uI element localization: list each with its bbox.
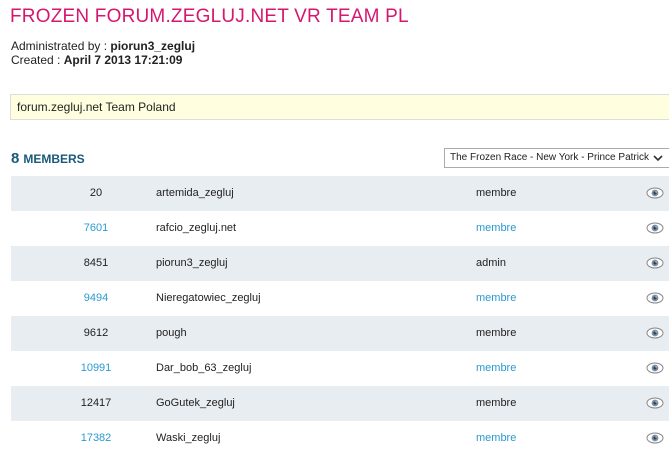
eye-icon[interactable] (646, 186, 664, 200)
member-role: membre (476, 222, 517, 234)
eye-icon[interactable] (646, 396, 664, 410)
table-row: 17382 Waski_zegluj membre (11, 421, 669, 456)
team-description: forum.zegluj.net Team Poland (17, 100, 176, 114)
eye-icon[interactable] (646, 221, 664, 235)
race-select[interactable]: The Frozen Race - New York - Prince Patr… (444, 148, 669, 168)
created-label: Created : (11, 53, 64, 67)
member-name: pough (156, 327, 187, 339)
table-row: 12417 GoGutek_zegluj membre (11, 386, 669, 421)
member-role: membre (476, 362, 517, 374)
member-name: Waski_zegluj (156, 432, 221, 444)
member-name: artemida_zegluj (156, 187, 234, 199)
table-row: 9612 pough membre (11, 316, 669, 351)
created-value: April 7 2013 17:21:09 (63, 53, 183, 67)
table-row: 7601 rafcio_zegluj.net membre (11, 211, 669, 246)
eye-icon[interactable] (646, 326, 664, 340)
table-row: 8451 piorun3_zegluj admin (11, 246, 669, 281)
members-label: MEMBERS (23, 152, 85, 166)
eye-icon[interactable] (646, 431, 664, 445)
members-count: 8 (11, 150, 20, 167)
member-role: membre (476, 292, 517, 304)
member-role: membre (476, 327, 517, 339)
member-role: membre (476, 397, 517, 409)
chevron-down-icon (653, 155, 663, 162)
member-role: admin (476, 257, 506, 269)
race-select-value: The Frozen Race - New York - Prince Patr… (450, 152, 649, 163)
members-heading: 8 MEMBERS (11, 150, 85, 167)
admin-name: piorun3_zegluj (110, 39, 196, 53)
member-name: GoGutek_zegluj (156, 397, 235, 409)
member-name: Dar_bob_63_zegluj (156, 362, 252, 374)
table-row: 9494 Nieregatowiec_zegluj membre (11, 281, 669, 316)
table-row: 10991 Dar_bob_63_zegluj membre (11, 351, 669, 386)
table-row: 20 artemida_zegluj membre (11, 176, 669, 211)
member-role: membre (476, 187, 517, 199)
eye-icon[interactable] (646, 361, 664, 375)
eye-icon[interactable] (646, 256, 664, 270)
members-table: 20 artemida_zegluj membre 7601 rafcio_zegluj… (11, 176, 669, 456)
team-title: FROZEN FORUM.ZEGLUJ.NET VR TEAM PL (10, 6, 409, 27)
eye-icon[interactable] (646, 291, 664, 305)
team-description-box: forum.zegluj.net Team Poland (10, 94, 669, 120)
member-name: piorun3_zegluj (156, 257, 228, 269)
member-name: Nieregatowiec_zegluj (156, 292, 261, 304)
created-line: Created : April 7 2013 17:21:09 (11, 53, 182, 67)
member-name: rafcio_zegluj.net (156, 222, 237, 234)
member-role: membre (476, 432, 517, 444)
admin-line: Administrated by : piorun3_zegluj (11, 39, 195, 53)
admin-label: Administrated by : (11, 39, 111, 53)
